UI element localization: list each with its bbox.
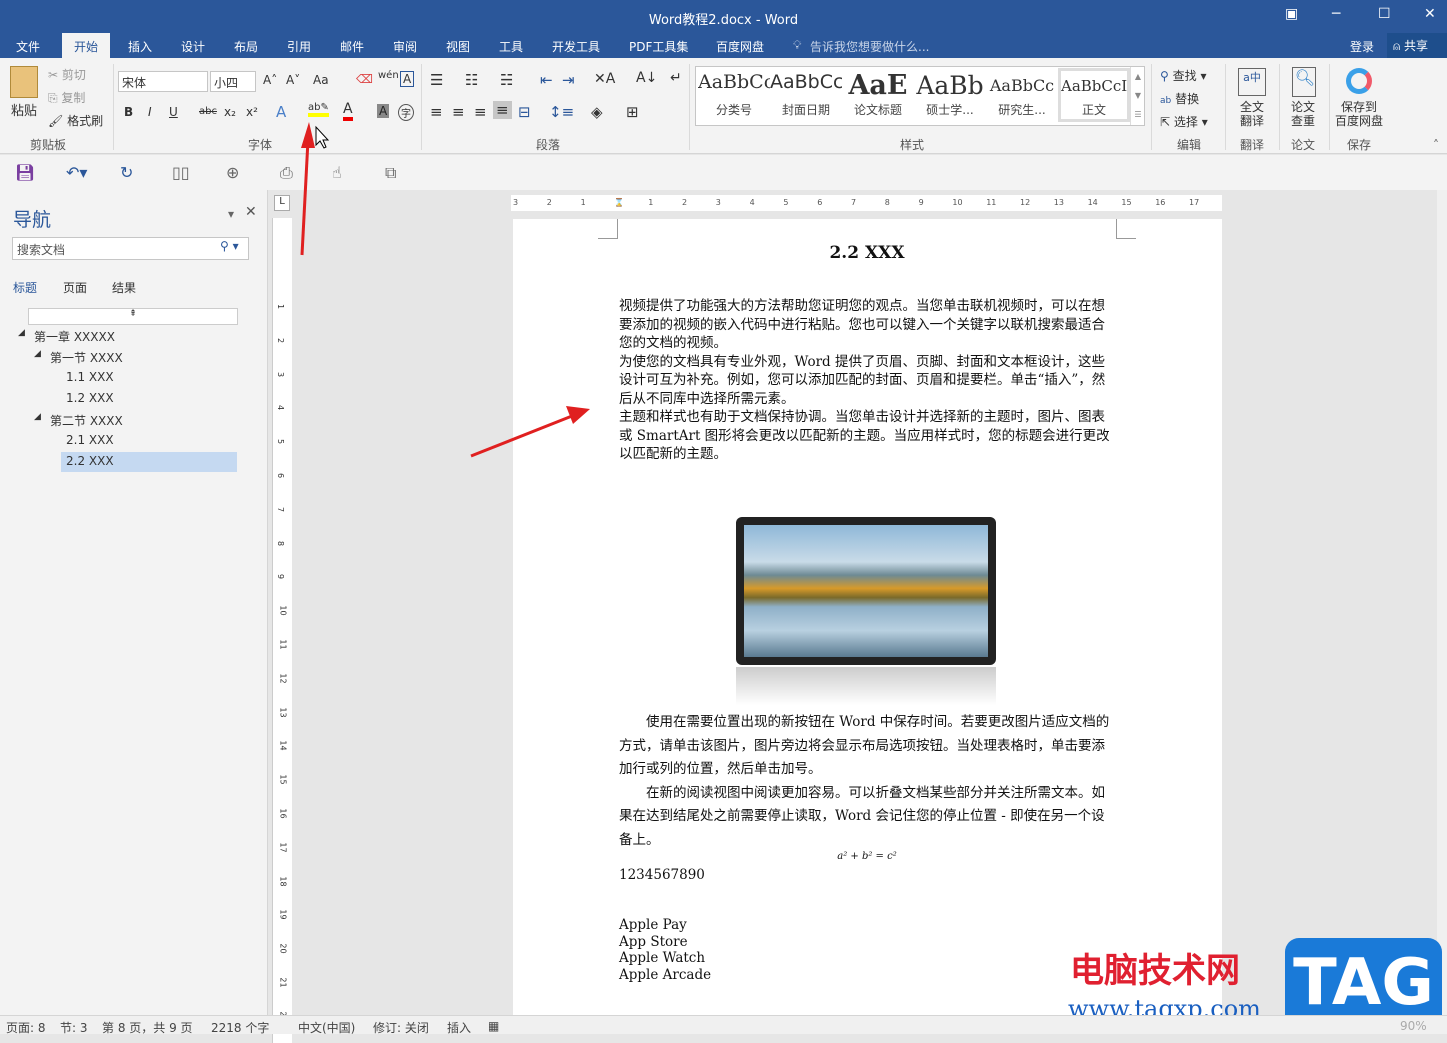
mouse-cursor-icon xyxy=(315,125,330,149)
macro-icon[interactable]: ▦ xyxy=(488,1019,499,1033)
status-insert-mode[interactable]: 插入 xyxy=(447,1019,471,1036)
status-pages[interactable]: 第 8 页，共 9 页 xyxy=(102,1019,193,1036)
red-arrow-right xyxy=(470,406,590,458)
status-section[interactable]: 节: 3 xyxy=(60,1019,88,1036)
status-track-changes[interactable]: 修订: 关闭 xyxy=(373,1019,429,1036)
status-language[interactable]: 中文(中国) xyxy=(298,1019,355,1036)
annotation-arrows xyxy=(300,122,590,458)
watermark-site: 电脑技术网 xyxy=(1070,951,1240,991)
status-page[interactable]: 页面: 8 xyxy=(6,1019,46,1036)
red-arrow-up xyxy=(300,122,315,256)
status-words[interactable]: 2218 个字 xyxy=(211,1019,269,1036)
status-bar: 页面: 8 节: 3 第 8 页，共 9 页 2218 个字 中文(中国) 修订… xyxy=(0,1015,1447,1036)
zoom-level[interactable]: 90% xyxy=(1400,1019,1427,1033)
